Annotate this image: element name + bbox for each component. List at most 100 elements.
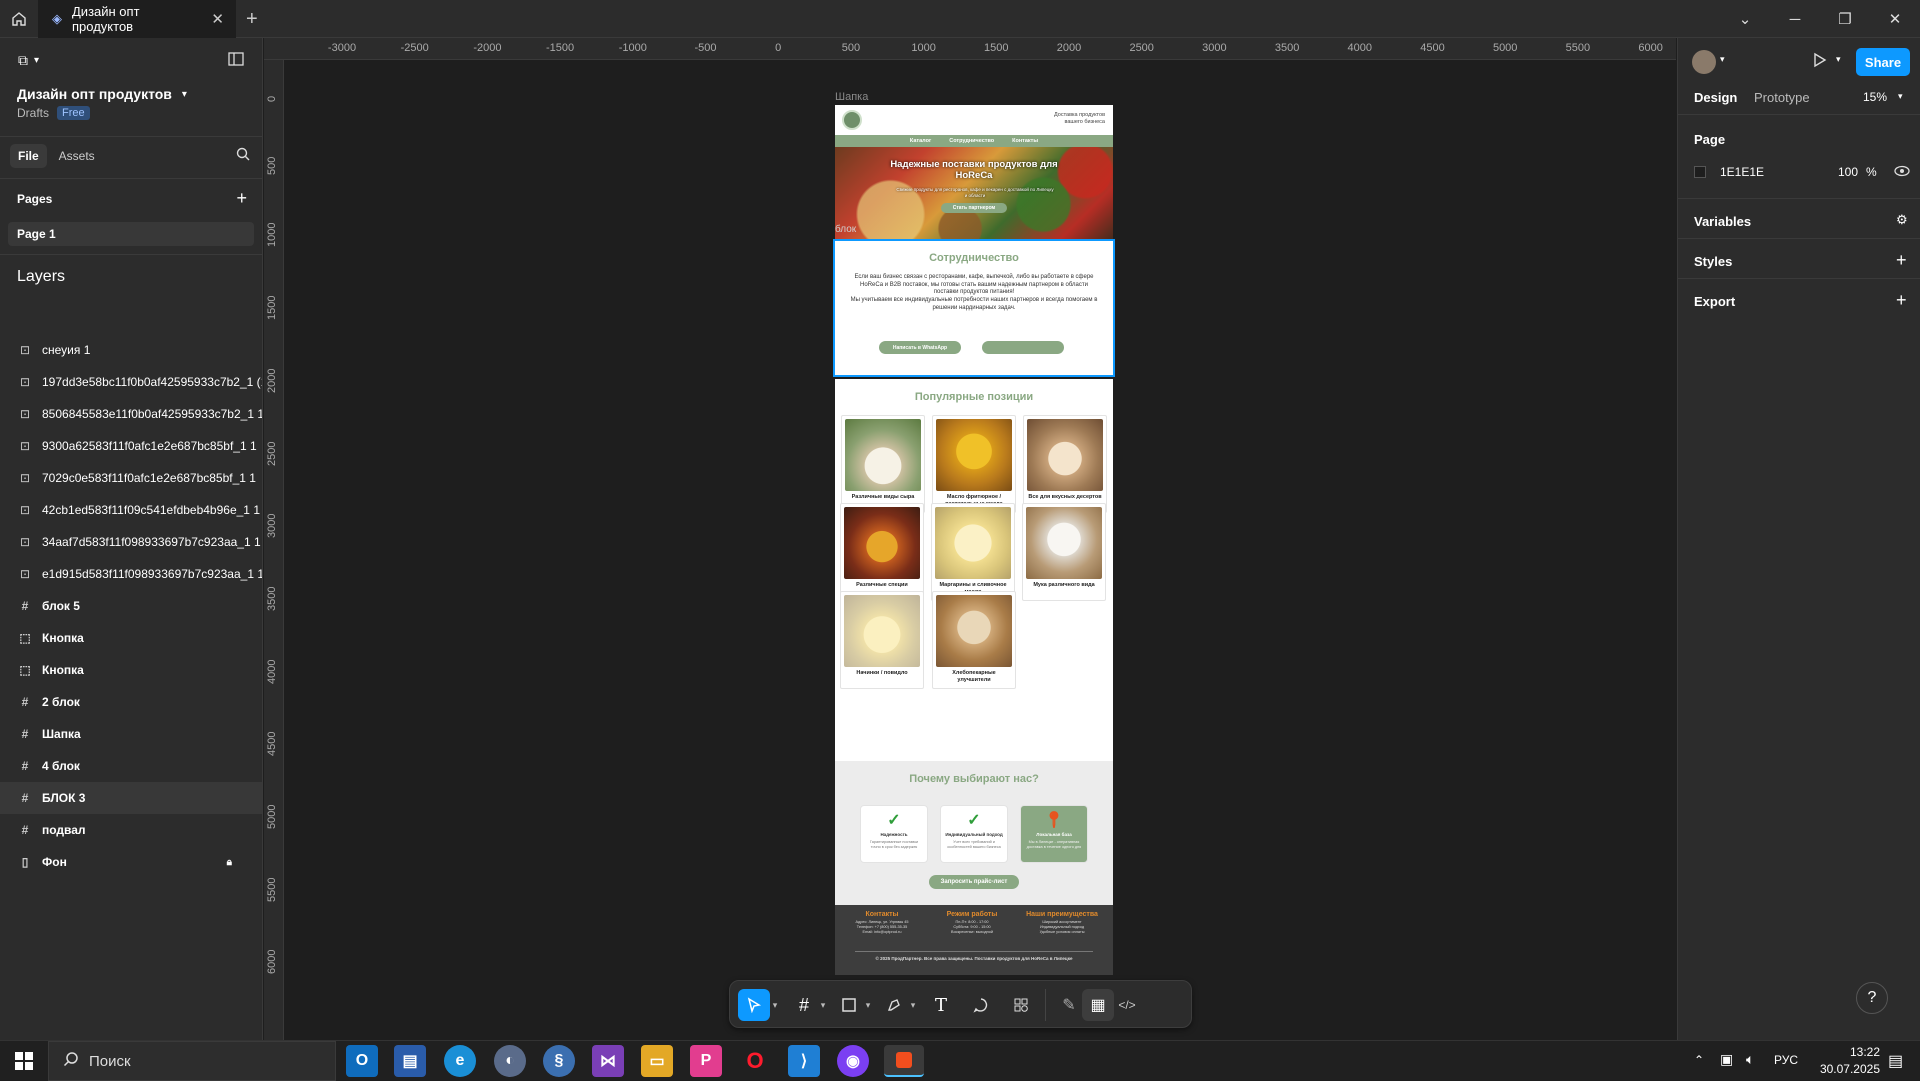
file-tab[interactable]: ◈ Дизайн опт продуктов ✕ <box>38 0 236 38</box>
lock-icon[interactable]: 🔒︎ <box>227 857 232 868</box>
main-menu-button[interactable]: ⧉ ▾ <box>18 52 58 69</box>
clock-date[interactable]: 30.07.2025 <box>1805 1062 1880 1076</box>
taskbar-search[interactable]: Поиск <box>48 1041 336 1081</box>
nav-item[interactable]: Сотрудничество <box>949 138 994 144</box>
layer-item[interactable]: #2 блок <box>0 686 262 718</box>
chevron-down-icon[interactable]: ▾ <box>816 989 830 1021</box>
cooperation-section[interactable]: Сотрудничество Если ваш бизнес связан с … <box>833 239 1115 377</box>
request-price-button[interactable]: Запросить прайс-лист <box>929 875 1019 889</box>
opacity-value[interactable]: 100 <box>1838 165 1858 179</box>
tab-design[interactable]: Design <box>1694 90 1737 105</box>
product-card[interactable]: Различные специи <box>840 503 924 601</box>
language-indicator[interactable]: РУС <box>1774 1053 1798 1067</box>
add-export-icon[interactable]: + <box>1896 290 1907 311</box>
opera-icon[interactable]: O <box>739 1045 771 1077</box>
layer-item[interactable]: ⊡ 34aaf7d583f11f098933697b7c923aa_1 1 <box>0 526 262 558</box>
close-window-icon[interactable]: ✕ <box>1870 0 1920 38</box>
tab-file[interactable]: File <box>10 144 47 168</box>
chevron-down-icon[interactable]: ▾ <box>1720 54 1725 65</box>
notifications-icon[interactable]: ▤ <box>1888 1051 1903 1071</box>
chevron-down-icon[interactable]: ▾ <box>861 989 875 1021</box>
product-card[interactable]: Все для вкусных десертов <box>1023 415 1107 513</box>
page-item[interactable]: Page 1 <box>8 222 254 246</box>
design-frame[interactable]: Доставка продуктов вашего бизнеса Катало… <box>833 105 1115 975</box>
paint-icon[interactable]: ◐ <box>494 1045 526 1077</box>
product-card[interactable]: Маргарины и сливочное масло <box>931 503 1015 601</box>
outlook-icon[interactable]: O <box>346 1045 378 1077</box>
color-swatch[interactable] <box>1694 166 1706 178</box>
chevron-down-icon[interactable]: ▾ <box>906 989 920 1021</box>
layer-item[interactable]: #4 блок <box>0 750 262 782</box>
bg-color-value[interactable]: 1E1E1E <box>1720 165 1764 179</box>
chevron-down-icon[interactable]: ▾ <box>1836 54 1841 65</box>
file-explorer-icon[interactable]: ▭ <box>641 1045 673 1077</box>
site-header[interactable]: Доставка продуктов вашего бизнеса <box>835 105 1113 135</box>
tab-prototype[interactable]: Prototype <box>1754 90 1810 105</box>
layer-item[interactable]: # блок 5 <box>0 590 262 622</box>
python-icon[interactable]: § <box>543 1045 575 1077</box>
present-icon[interactable] <box>1813 52 1827 73</box>
layer-item[interactable]: ⬚ Кнопка <box>0 654 262 686</box>
layer-item[interactable]: ⊡ снеуия 1 <box>0 334 262 366</box>
chevron-down-icon[interactable]: ▾ <box>768 989 782 1021</box>
network-icon[interactable]: ▣ <box>1720 1051 1733 1068</box>
share-button[interactable]: Share <box>1856 48 1910 76</box>
tab-assets[interactable]: Assets <box>59 149 95 163</box>
whatsapp-button[interactable]: Написать в WhatsApp <box>879 341 961 354</box>
eye-icon[interactable] <box>1894 164 1910 182</box>
become-partner-button[interactable]: Стать партнером <box>941 203 1007 213</box>
help-icon[interactable]: ? <box>1856 982 1888 1014</box>
text-tool-icon[interactable]: T <box>925 989 957 1021</box>
actions-icon[interactable] <box>1005 989 1037 1021</box>
layer-item[interactable]: ⊡ 9300a62583f11f0afc1e2e687bc85bf_1 1 <box>0 430 262 462</box>
variables-settings-icon[interactable]: ⚙ <box>1896 212 1908 228</box>
nav-item[interactable]: Каталог <box>910 138 931 144</box>
clock-time[interactable]: 13:22 <box>1820 1045 1880 1059</box>
windows-start-icon[interactable] <box>8 1045 40 1077</box>
search-icon[interactable] <box>236 147 250 166</box>
edge-icon[interactable]: e <box>444 1045 476 1077</box>
home-icon[interactable] <box>0 0 38 38</box>
chevron-down-icon[interactable]: ▾ <box>182 89 187 100</box>
minimize-icon[interactable]: ─ <box>1770 0 1820 38</box>
product-card[interactable]: Различные виды сыра <box>841 415 925 513</box>
dev-mode-icon[interactable]: </> <box>1111 989 1143 1021</box>
secondary-button[interactable] <box>982 341 1064 354</box>
drafts-label[interactable]: Drafts <box>17 106 49 120</box>
layer-item[interactable]: ⊡ 197dd3e58bc11f0b0af42595933c7b2_1 (1) <box>0 366 262 398</box>
comment-tool-icon[interactable] <box>965 989 997 1021</box>
github-desktop-icon[interactable]: ◉ <box>837 1045 869 1077</box>
layer-item[interactable]: ⊡ 42cb1ed583f11f09c541efdbeb4b96e_1 1 <box>0 494 262 526</box>
figma-taskbar-icon[interactable] <box>884 1045 924 1077</box>
product-card[interactable]: Масло фритюрное / растительные масла <box>932 415 1016 513</box>
restore-icon[interactable]: ❐ <box>1820 0 1870 38</box>
chevron-down-icon[interactable]: ⌄ <box>1720 0 1770 38</box>
layer-item[interactable]: ⊡ 8506845583e11f0b0af42595933c7b2_1 1 <box>0 398 262 430</box>
close-tab-icon[interactable]: ✕ <box>211 10 224 28</box>
move-tool-icon[interactable] <box>738 989 770 1021</box>
project-title[interactable]: Дизайн опт продуктов <box>17 86 172 102</box>
product-card[interactable]: Мука различного вида <box>1022 503 1106 601</box>
visual-studio-icon[interactable]: ⋈ <box>592 1045 624 1077</box>
toggle-panel-icon[interactable] <box>228 52 248 71</box>
volume-icon[interactable]: 🔈︎ <box>1746 1051 1754 1068</box>
new-tab-icon[interactable]: + <box>246 0 258 38</box>
product-card[interactable]: Начинки / повидло <box>840 591 924 689</box>
layer-item[interactable]: ⬚ Кнопка <box>0 622 262 654</box>
nav-item[interactable]: Контакты <box>1012 138 1038 144</box>
layer-item[interactable]: # подвал <box>0 814 262 846</box>
pycharm-icon[interactable]: P <box>690 1045 722 1077</box>
product-card[interactable]: Хлебопекарные улучшители <box>932 591 1016 689</box>
draw-mode-icon[interactable]: ✎ <box>1053 989 1085 1021</box>
zoom-level[interactable]: 15% <box>1863 90 1887 104</box>
design-mode-icon[interactable]: ▦ <box>1082 989 1114 1021</box>
add-style-icon[interactable]: + <box>1896 250 1907 271</box>
vscode-icon[interactable]: ⟩ <box>788 1045 820 1077</box>
avatar[interactable] <box>1692 50 1716 74</box>
add-page-icon[interactable]: + <box>236 188 247 209</box>
chevron-up-icon[interactable]: ⌃ <box>1694 1053 1704 1067</box>
layer-item[interactable]: # БЛОК 3 <box>0 782 262 814</box>
store-icon[interactable]: ▤ <box>394 1045 426 1077</box>
chevron-down-icon[interactable]: ▾ <box>1898 91 1903 102</box>
layer-item[interactable]: ⊡ e1d915d583f11f098933697b7c923aa_1 1 <box>0 558 262 590</box>
